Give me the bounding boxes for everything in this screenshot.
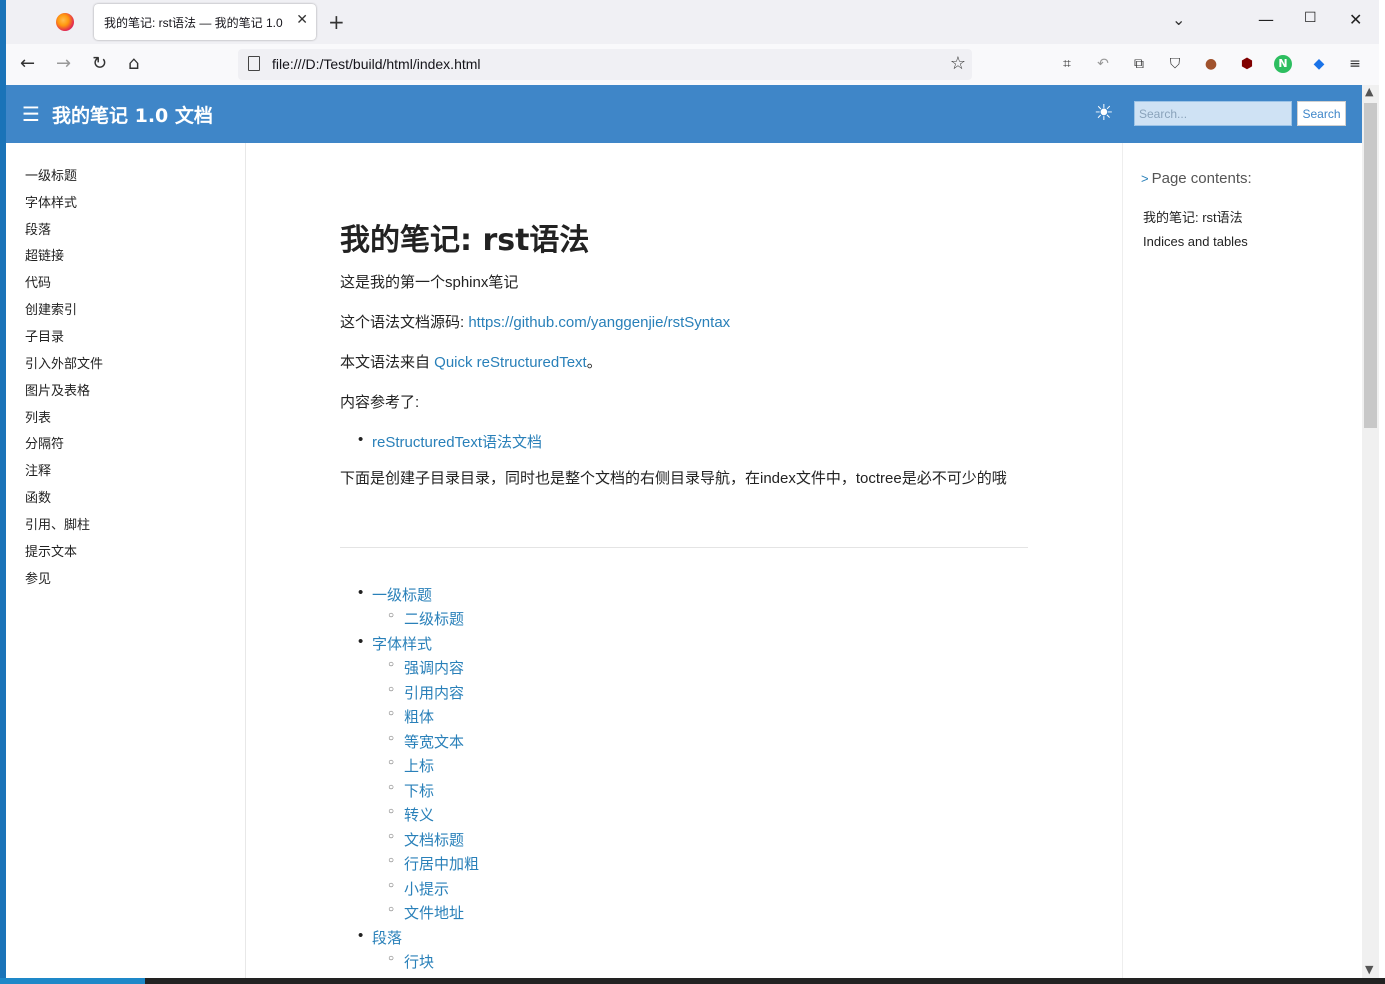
rst-doc-link[interactable]: reStructuredText语法文档	[358, 431, 542, 452]
home-icon[interactable]: ⌂	[128, 53, 139, 74]
page-contents-item[interactable]: Indices and tables	[1143, 234, 1248, 249]
browser-window: 我的笔记: rst语法 — 我的笔记 1.0 文档 ✕ + ⌄ — ☐ ✕ ← …	[6, 0, 1379, 978]
sidebar-item[interactable]: 段落	[25, 219, 51, 238]
scroll-thumb[interactable]	[1364, 103, 1377, 428]
toc-subitem[interactable]: 文档标题	[388, 829, 464, 850]
toc-subitem[interactable]: 行居中加粗	[388, 853, 479, 874]
toctree-paragraph: 下面是创建子目录目录，同时也是整个文档的右侧目录导航，在index文件中，toc…	[340, 470, 1007, 487]
toc-subitem[interactable]: 小提示	[388, 878, 449, 899]
sidebar-item[interactable]: 一级标题	[25, 165, 77, 184]
firefox-icon[interactable]	[56, 13, 74, 31]
sidebar-item[interactable]: 分隔符	[25, 433, 64, 452]
vertical-scrollbar[interactable]: ▲ ▼	[1362, 85, 1379, 978]
sidebar-item[interactable]: 字体样式	[25, 192, 77, 211]
forward-icon[interactable]: →	[56, 53, 71, 74]
sidebar-item[interactable]: 超链接	[25, 245, 64, 264]
toc-item[interactable]: 字体样式	[358, 633, 432, 654]
search-input[interactable]	[1134, 101, 1292, 126]
translate-extension-icon[interactable]: ◆	[1310, 55, 1328, 73]
page-viewport: ☰ 我的笔记 1.0 文档 ☀ Search 一级标题 字体样式 段落 超链接 …	[6, 85, 1362, 978]
page-title: 我的笔记: rst语法	[340, 223, 590, 258]
toc-item[interactable]: 一级标题	[358, 584, 432, 605]
page-icon	[248, 56, 260, 71]
n-extension-icon[interactable]: N	[1274, 55, 1292, 73]
page-contents-label: Page contents:	[1151, 170, 1252, 187]
source-paragraph: 这个语法文档源码: https://github.com/yanggenjie/…	[340, 311, 730, 332]
toc-subitem[interactable]: 上标	[388, 755, 434, 776]
site-header: ☰ 我的笔记 1.0 文档 ☀ Search	[6, 85, 1362, 143]
left-sidebar: 一级标题 字体样式 段落 超链接 代码 创建索引 子目录 引入外部文件 图片及表…	[6, 143, 246, 978]
close-window-icon[interactable]: ✕	[1349, 10, 1362, 29]
menu-icon[interactable]: ☰	[22, 102, 40, 126]
origin-label: 本文语法来自	[340, 354, 435, 371]
sidebar-item[interactable]: 引用、脚柱	[25, 514, 90, 533]
shield-extension-icon[interactable]: ⛉	[1166, 55, 1184, 73]
sidebar-item[interactable]: 提示文本	[25, 541, 77, 560]
search-button[interactable]: Search	[1297, 101, 1346, 126]
toc-subitem[interactable]: 行块	[388, 951, 434, 972]
toc-subitem[interactable]: 等宽文本	[388, 731, 464, 752]
sidebar-item[interactable]: 注释	[25, 460, 51, 479]
toc-subitem[interactable]: 下标	[388, 780, 434, 801]
expand-arrow-icon: >	[1141, 171, 1149, 186]
quick-rst-link[interactable]: Quick reStructuredText	[434, 354, 587, 371]
address-bar[interactable]: file:///D:/Test/build/html/index.html ☆	[238, 49, 972, 80]
minimize-icon[interactable]: —	[1258, 10, 1274, 29]
ublock-icon[interactable]: ⬢	[1238, 55, 1256, 73]
new-tab-icon[interactable]: +	[328, 10, 345, 34]
maximize-icon[interactable]: ☐	[1304, 10, 1317, 26]
list-all-tabs-chevron-icon[interactable]: ⌄	[1172, 10, 1185, 29]
origin-paragraph: 本文语法来自 Quick reStructuredText。	[340, 351, 602, 372]
app-menu-icon[interactable]: ≡	[1346, 55, 1364, 73]
toc-subitem[interactable]: 强调内容	[388, 657, 464, 678]
theme-toggle-sun-icon[interactable]: ☀	[1094, 101, 1114, 126]
toc-item[interactable]: 段落	[358, 927, 402, 948]
undo-close-icon[interactable]: ↶	[1094, 55, 1112, 73]
toc-subitem[interactable]: 二级标题	[388, 608, 464, 629]
back-icon[interactable]: ←	[20, 53, 35, 74]
tab-title: 我的笔记: rst语法 — 我的笔记 1.0 文档	[104, 16, 284, 30]
page-contents-panel: > Page contents: 我的笔记: rst语法 Indices and …	[1122, 143, 1362, 978]
github-link[interactable]: https://github.com/yanggenjie/rstSyntax	[468, 314, 730, 331]
toc-subitem[interactable]: 粗体	[388, 706, 434, 727]
divider	[340, 547, 1028, 548]
sidebar-item[interactable]: 图片及表格	[25, 380, 90, 399]
intro-paragraph: 这是我的第一个sphinx笔记	[340, 274, 519, 291]
source-label: 这个语法文档源码:	[340, 314, 469, 331]
sidebar-item[interactable]: 创建索引	[25, 299, 77, 318]
toc-subitem[interactable]: 转义	[388, 804, 434, 825]
close-tab-icon[interactable]: ✕	[296, 12, 308, 28]
taskbar-start[interactable]	[0, 978, 145, 984]
sidebar-item[interactable]: 列表	[25, 407, 51, 426]
page-contents-item[interactable]: 我的笔记: rst语法	[1143, 207, 1243, 226]
navigation-toolbar: ← → ↻ ⌂ file:///D:/Test/build/html/index…	[6, 44, 1379, 85]
toc-subitem[interactable]: 引用内容	[388, 682, 464, 703]
sidebar-item[interactable]: 函数	[25, 487, 51, 506]
sidebar-item[interactable]: 代码	[25, 272, 51, 291]
tab-strip: 我的笔记: rst语法 — 我的笔记 1.0 文档 ✕ + ⌄ — ☐ ✕	[6, 0, 1379, 44]
screenshot-crop-icon[interactable]: ⌗	[1058, 55, 1076, 73]
sidebar-item[interactable]: 引入外部文件	[25, 353, 103, 372]
reload-icon[interactable]: ↻	[92, 53, 107, 74]
active-tab[interactable]: 我的笔记: rst语法 — 我的笔记 1.0 文档 ✕	[94, 4, 316, 40]
page-contents-heading[interactable]: > Page contents:	[1141, 170, 1252, 187]
scroll-down-icon[interactable]: ▼	[1365, 963, 1373, 976]
bookmark-star-icon[interactable]: ☆	[950, 53, 966, 74]
toc-subitem[interactable]: 文件地址	[388, 902, 464, 923]
extensions-icon[interactable]: ⧉	[1130, 55, 1148, 73]
origin-suffix: 。	[586, 354, 602, 371]
taskbar	[0, 978, 1385, 984]
cookie-extension-icon[interactable]: ●	[1202, 55, 1220, 73]
url-text[interactable]: file:///D:/Test/build/html/index.html	[272, 56, 481, 72]
scroll-up-icon[interactable]: ▲	[1365, 85, 1373, 98]
desktop-right-edge	[1379, 0, 1385, 978]
reference-label: 内容参考了:	[340, 394, 420, 411]
sidebar-item[interactable]: 子目录	[25, 326, 64, 345]
sidebar-item[interactable]: 参见	[25, 568, 51, 587]
site-title[interactable]: 我的笔记 1.0 文档	[52, 101, 213, 128]
